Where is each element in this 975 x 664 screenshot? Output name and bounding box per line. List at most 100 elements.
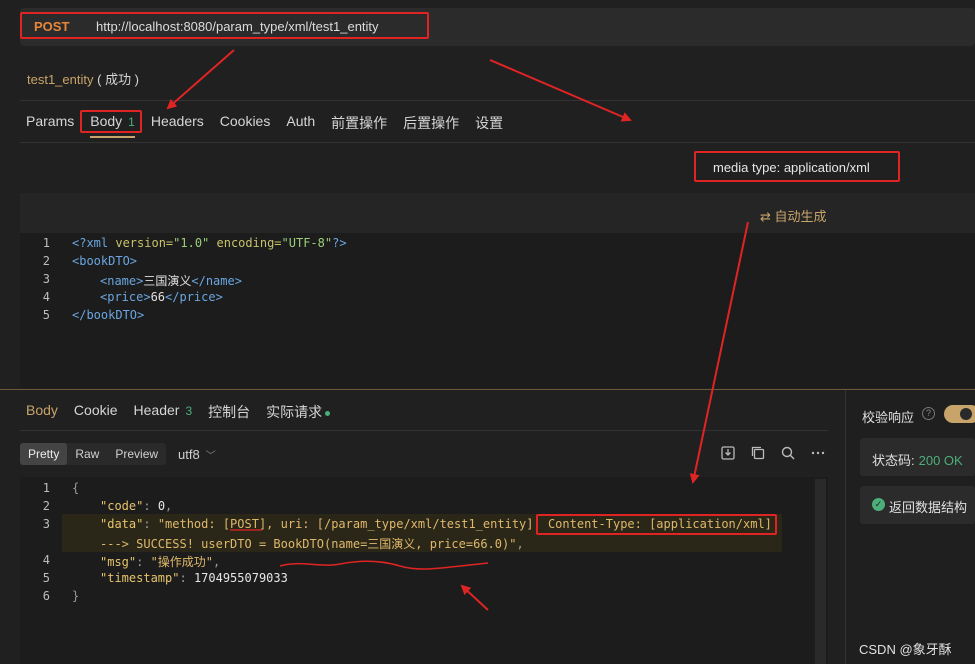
status-code-text: 状态码: (872, 453, 915, 468)
response-tab-actual-request-label: 实际请求 (266, 404, 323, 420)
xml-token: </bookDTO> (72, 308, 145, 322)
url-bar[interactable]: POST http://localhost:8080/param_type/xm… (20, 8, 975, 46)
line-number: 2 (42, 499, 50, 513)
xml-token: version= (108, 236, 174, 250)
json-value: 1704955079033 (193, 571, 288, 585)
line-number: 2 (42, 254, 50, 268)
line-number: 3 (42, 272, 50, 286)
encoding-value: utf8 (178, 447, 200, 462)
line-number: 6 (42, 589, 50, 603)
code-line: <name>三国演义</name> (100, 272, 242, 289)
status-code-value: 200 OK (918, 453, 963, 468)
more-icon[interactable] (810, 445, 826, 461)
view-mode-raw[interactable]: Raw (67, 443, 107, 465)
code-line: "data": "method: [POST], uri: [/param_ty… (100, 517, 772, 531)
response-tab-header[interactable]: Header 3 (134, 402, 193, 422)
status-code-card: 状态码: 200 OK (860, 438, 975, 476)
json-value: ---> SUCCESS! userDTO = BookDTO(name=三国演… (100, 537, 517, 551)
panel-splitter[interactable] (0, 389, 975, 390)
scrollbar[interactable] (815, 479, 826, 664)
code-line: "msg": "操作成功", (100, 555, 221, 569)
response-side-panel (845, 390, 975, 664)
xml-token: <?xml (72, 236, 109, 250)
response-tab-console[interactable]: 控制台 (208, 402, 250, 422)
xml-token: "1.0" (173, 236, 210, 250)
xml-token: </price> (165, 290, 223, 304)
code-line: "code": 0, (100, 499, 173, 513)
code-line: ---> SUCCESS! userDTO = BookDTO(name=三国演… (100, 537, 524, 551)
xml-token: 三国演义 (143, 274, 192, 288)
xml-token: <price> (100, 290, 151, 304)
tab-body[interactable]: Body 1 (90, 113, 135, 138)
request-title: test1_entity ( 成功 ) (27, 69, 139, 88)
code-line: </bookDTO> (72, 308, 144, 322)
json-key: "timestamp" (100, 571, 180, 585)
tab-post-actions[interactable]: 后置操作 (403, 113, 459, 138)
code-line: <price>66</price> (100, 290, 223, 304)
autogenerate-button[interactable]: ⇄ 自动生成 (760, 206, 827, 225)
response-tab-actual-request[interactable]: 实际请求 (266, 402, 331, 422)
code-line: "timestamp": 1704955079033 (100, 571, 288, 585)
tab-settings[interactable]: 设置 (475, 113, 503, 138)
view-mode-preview[interactable]: Preview (107, 443, 166, 465)
autogenerate-label: 自动生成 (774, 209, 827, 224)
line-number: 1 (42, 481, 50, 495)
code-line: { (72, 481, 79, 495)
tab-pre-actions[interactable]: 前置操作 (331, 113, 387, 138)
schema-check-label: 返回数据结构 (889, 500, 968, 515)
watermark: CSDN @象牙酥 (859, 642, 952, 657)
tab-body-badge: 1 (128, 115, 135, 129)
verify-response-label: 校验响应 (862, 410, 915, 425)
line-number: 4 (42, 290, 50, 304)
copy-icon[interactable] (750, 445, 766, 461)
json-key: "data" (100, 517, 144, 531)
tab-body-label: Body (90, 113, 123, 129)
code-line: <bookDTO> (72, 254, 137, 268)
line-number: 5 (42, 308, 50, 322)
status-code-label: 状态码: 200 OK (872, 450, 963, 469)
tab-cookies[interactable]: Cookies (220, 113, 271, 138)
response-tab-header-badge: 3 (185, 404, 193, 418)
encoding-select[interactable]: utf8 ﹀ (178, 447, 216, 462)
code-line: <?xml version="1.0" encoding="UTF-8"?> (72, 236, 347, 250)
download-icon[interactable] (720, 445, 736, 461)
media-type-selector[interactable]: media type: application/xml (713, 160, 870, 175)
status-dot-icon (325, 410, 331, 416)
response-tab-cookie[interactable]: Cookie (74, 402, 118, 422)
line-number: 5 (42, 571, 50, 585)
json-token: { (72, 481, 80, 495)
search-icon[interactable] (780, 445, 796, 461)
response-tab-body[interactable]: Body (26, 402, 58, 422)
help-icon[interactable]: ? (922, 407, 935, 420)
json-value: "method: [POST], uri: [/param_type/xml/t… (157, 517, 772, 531)
request-tabs: Params Body 1 Headers Cookies Auth 前置操作 后… (26, 113, 519, 138)
divider (20, 430, 828, 431)
request-name: test1_entity (27, 72, 94, 87)
request-status: ( 成功 ) (97, 72, 140, 87)
chevron-down-icon: ﹀ (205, 451, 216, 462)
xml-token: "UTF-8" (281, 236, 333, 250)
toggle-knob (960, 408, 972, 420)
line-number: 1 (42, 236, 50, 250)
tab-headers[interactable]: Headers (151, 113, 204, 138)
divider (20, 142, 975, 143)
response-tabs: Body Cookie Header 3 控制台 实际请求 (26, 402, 346, 422)
xml-token: </name> (191, 274, 242, 288)
xml-token: <bookDTO> (72, 254, 138, 268)
response-tab-header-label: Header (133, 402, 180, 418)
view-mode-pretty[interactable]: Pretty (20, 443, 68, 465)
annotation-arrow (489, 59, 632, 122)
tab-params[interactable]: Params (26, 113, 74, 138)
json-key: "code" (100, 499, 144, 513)
http-method[interactable]: POST (34, 19, 69, 34)
view-mode-switch: Pretty Raw Preview (20, 443, 167, 465)
xml-token: <name> (100, 274, 144, 288)
request-url[interactable]: http://localhost:8080/param_type/xml/tes… (96, 19, 379, 34)
xml-token: 66 (150, 290, 166, 304)
verify-response-toggle[interactable] (944, 405, 975, 423)
editor-toolbar (20, 193, 975, 233)
tab-auth[interactable]: Auth (286, 113, 315, 138)
schema-check-card[interactable]: ✓ 返回数据结构 (860, 486, 975, 524)
line-number: 4 (42, 553, 50, 567)
divider (20, 100, 975, 101)
